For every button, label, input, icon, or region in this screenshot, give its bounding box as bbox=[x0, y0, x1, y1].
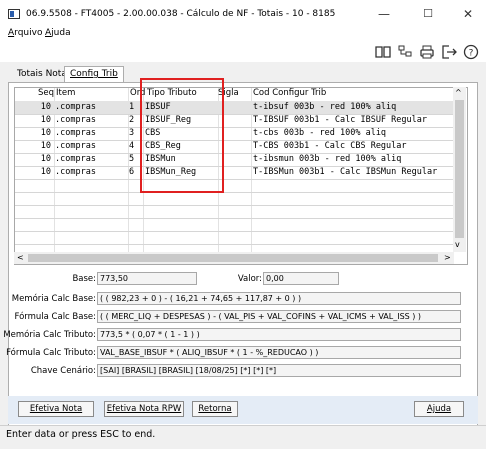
close-button[interactable]: ✕ bbox=[450, 3, 486, 25]
table-row[interactable]: 10 .compras 1 IBSUF t-ibsuf 003b - red 100% … bbox=[15, 101, 455, 115]
cell-cod: T-IBSMun 003b1 - Calc IBSMun Regular bbox=[253, 167, 438, 177]
tab-config-trib-label: Config Trib bbox=[70, 69, 118, 79]
chave-cenario-field[interactable]: [SAI] [BRASIL] [BRASIL] [18/08/25] [*] [… bbox=[97, 364, 461, 377]
memoria-calc-tributo-label: Memória Calc Tributo: bbox=[3, 330, 96, 340]
empty-row bbox=[15, 192, 455, 206]
app-icon bbox=[8, 9, 20, 19]
efetiva-nota-button[interactable]: Efetiva Nota bbox=[18, 401, 94, 417]
highlight-box bbox=[140, 78, 224, 193]
menu-bar bbox=[0, 28, 486, 42]
table-row[interactable]: 10 .compras 5 IBSMun t-ibsmun 003b - red 100… bbox=[15, 153, 455, 167]
help-icon[interactable]: ? bbox=[462, 43, 480, 61]
tributos-grid[interactable]: 10 .compras 1 IBSUF t-ibsuf 003b - red 100% … bbox=[14, 87, 468, 265]
tab-totais-nota[interactable]: Totais Nota bbox=[12, 67, 72, 82]
formula-calc-base-field[interactable]: ( ( MERC_LIQ + DESPESAS ) - ( VAL_PIS + … bbox=[97, 310, 461, 323]
print-icon[interactable] bbox=[418, 43, 436, 61]
book-icon[interactable] bbox=[374, 43, 392, 61]
efetiva-nota-rpw-button[interactable]: Efetiva Nota RPW bbox=[104, 401, 184, 417]
cell-item: .compras bbox=[55, 141, 96, 151]
table-row[interactable]: 10 .compras 4 CBS_Reg T-CBS 003b1 - Calc CBS… bbox=[15, 140, 455, 154]
col-item[interactable]: Item bbox=[56, 88, 75, 99]
col-cod-configur-trib[interactable]: Cod Configur Trib bbox=[253, 88, 326, 99]
valor-label: Valor: bbox=[237, 274, 262, 284]
table-row[interactable]: 10 .compras 3 CBS t-cbs 003b - red 100% aliq bbox=[15, 127, 455, 141]
status-text: Enter data or press ESC to end. bbox=[6, 429, 156, 440]
formula-calc-tributo-label: Fórmula Calc Tributo: bbox=[6, 348, 96, 358]
empty-row bbox=[15, 231, 455, 245]
tab-config-trib[interactable]: Config Trib bbox=[64, 66, 124, 83]
empty-row bbox=[15, 218, 455, 232]
formula-calc-tributo-field[interactable]: VAL_BASE_IBSUF * ( ALIQ_IBSUF * ( 1 - %_… bbox=[97, 346, 461, 359]
empty-row bbox=[15, 205, 455, 219]
efetiva-nota-rpw-label: Efetiva Nota RPW bbox=[106, 404, 182, 414]
cell-cod: T-CBS 003b1 - Calc CBS Regular bbox=[253, 141, 407, 151]
ajuda-label: Ajuda bbox=[426, 404, 452, 414]
maximize-button[interactable]: ☐ bbox=[410, 3, 446, 25]
ajuda-button[interactable]: Ajuda bbox=[414, 401, 464, 417]
cell-item: .compras bbox=[55, 128, 96, 138]
cell-seq: 10 bbox=[40, 141, 51, 151]
col-seq[interactable]: Seq bbox=[38, 88, 54, 99]
memoria-calc-tributo-field[interactable]: 773,5 * ( 0,07 * ( 1 - 1 ) ) bbox=[97, 328, 461, 341]
minimize-button[interactable]: — bbox=[366, 3, 402, 25]
formula-calc-base-label: Fórmula Calc Base: bbox=[14, 312, 96, 322]
cell-item: .compras bbox=[55, 167, 96, 177]
cell-item: .compras bbox=[55, 115, 96, 125]
cell-seq: 10 bbox=[40, 167, 51, 177]
cell-cod: t-ibsuf 003b - red 100% aliq bbox=[253, 102, 397, 112]
horizontal-scroll-thumb[interactable] bbox=[28, 254, 438, 262]
retorna-button[interactable]: Retorna bbox=[192, 401, 238, 417]
tree-icon[interactable] bbox=[396, 43, 414, 61]
scroll-down-icon[interactable]: v bbox=[455, 240, 460, 249]
cell-seq: 10 bbox=[40, 102, 51, 112]
cell-item: .compras bbox=[55, 154, 96, 164]
scroll-left-icon[interactable]: < bbox=[17, 253, 24, 262]
memoria-calc-base-field[interactable]: ( ( 982,23 + 0 ) - ( 16,21 + 74,65 + 117… bbox=[97, 292, 461, 305]
exit-icon[interactable] bbox=[440, 43, 458, 61]
svg-text:?: ? bbox=[469, 49, 474, 59]
cell-cod: t-ibsmun 003b - red 100% aliq bbox=[253, 154, 402, 164]
scroll-up-icon[interactable]: ^ bbox=[455, 88, 462, 97]
menu-arquivo[interactable]: Arquivo bbox=[8, 28, 42, 38]
base-field[interactable]: 773,50 bbox=[97, 272, 197, 285]
cell-cod: t-cbs 003b - red 100% aliq bbox=[253, 128, 387, 138]
valor-field[interactable]: 0,00 bbox=[263, 272, 339, 285]
retorna-label: Retorna bbox=[198, 404, 232, 414]
window-title: 06.9.5508 - FT4005 - 2.00.00.038 - Cálcu… bbox=[26, 9, 336, 19]
cell-cod: T-IBSUF 003b1 - Calc IBSUF Regular bbox=[253, 115, 427, 125]
scroll-right-icon[interactable]: > bbox=[444, 253, 451, 262]
vertical-scroll-thumb[interactable] bbox=[455, 100, 464, 238]
table-row[interactable]: 10 .compras 6 IBSMun_Reg T-IBSMun 003b1 - Ca… bbox=[15, 166, 455, 180]
empty-row bbox=[15, 179, 455, 193]
cell-seq: 10 bbox=[40, 115, 51, 125]
chave-cenario-label: Chave Cenário: bbox=[30, 366, 96, 376]
memoria-calc-base-label: Memória Calc Base: bbox=[11, 294, 96, 304]
cell-seq: 10 bbox=[40, 128, 51, 138]
cell-seq: 10 bbox=[40, 154, 51, 164]
cell-item: .compras bbox=[55, 102, 96, 112]
table-row[interactable]: 10 .compras 2 IBSUF_Reg T-IBSUF 003b1 - Calc… bbox=[15, 114, 455, 128]
menu-ajuda[interactable]: Ajuda bbox=[45, 28, 71, 38]
base-label: Base: bbox=[72, 274, 96, 284]
efetiva-nota-label: Efetiva Nota bbox=[29, 404, 83, 414]
